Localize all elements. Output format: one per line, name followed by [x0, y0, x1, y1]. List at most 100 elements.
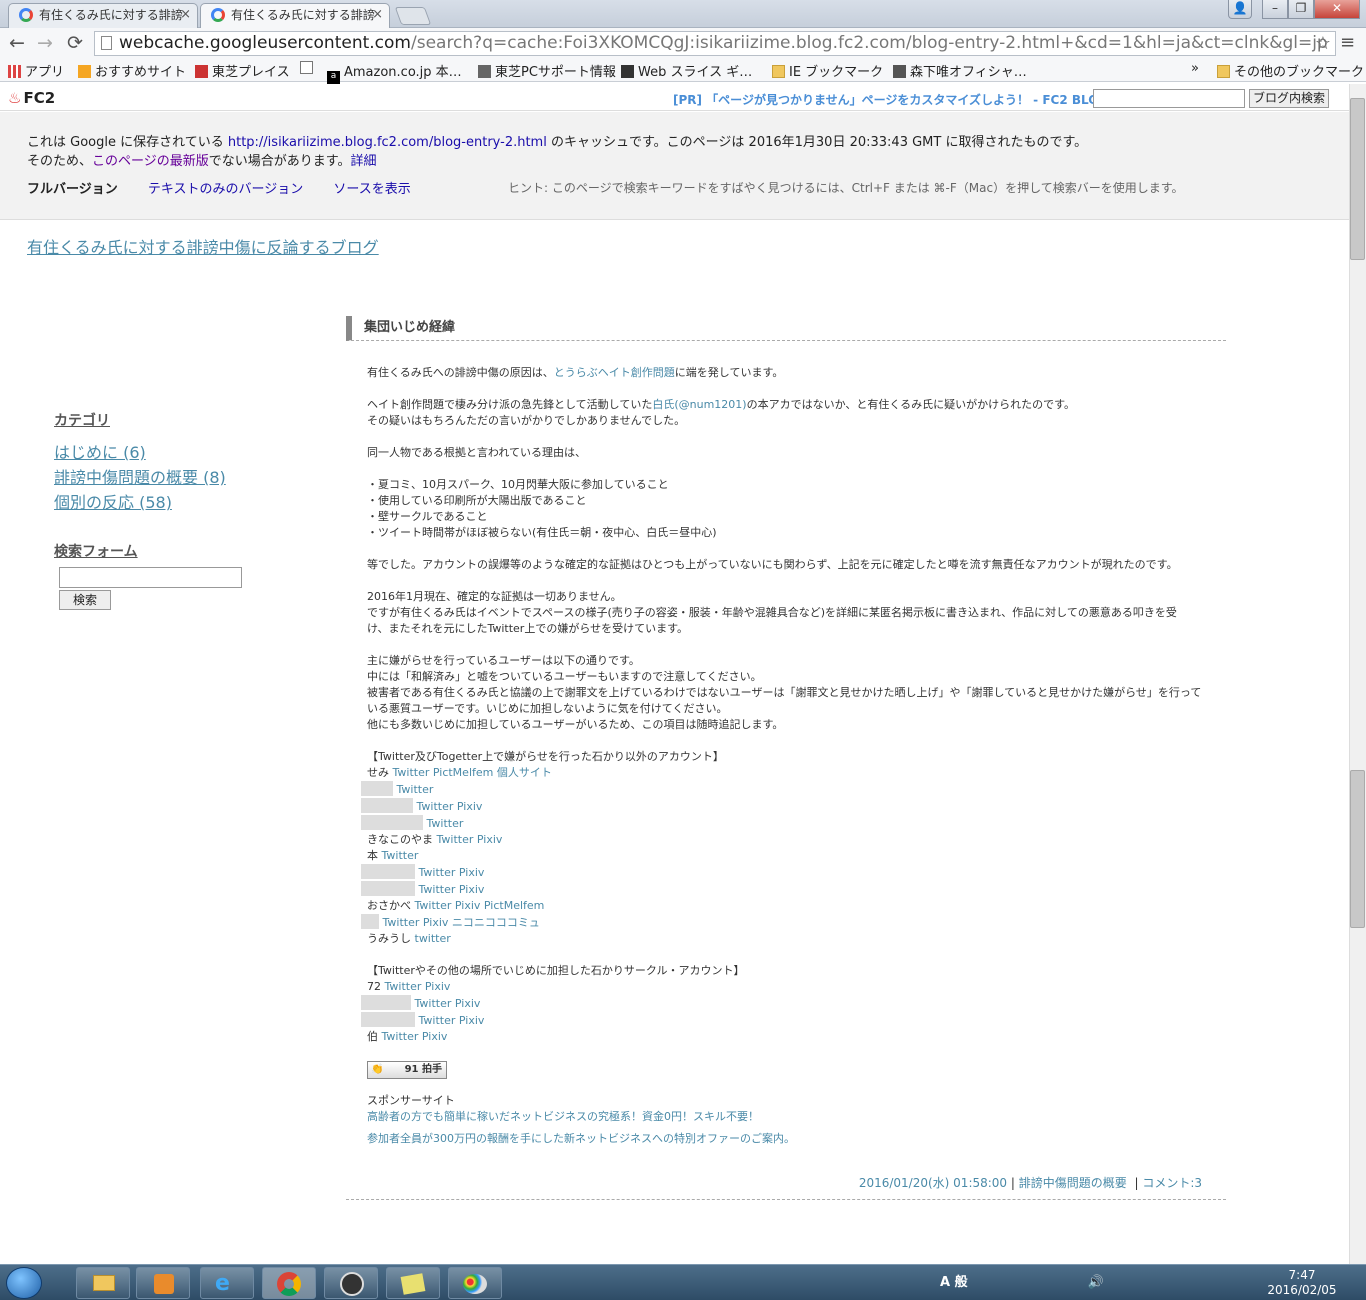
close-tab-icon[interactable]: × [372, 4, 383, 26]
new-tab-button[interactable] [394, 7, 432, 25]
back-icon[interactable]: ← [6, 32, 28, 54]
chrome-taskbar-button[interactable] [262, 1267, 316, 1299]
close-tab-icon[interactable]: × [180, 4, 191, 26]
account-link[interactable]: Twitter [382, 849, 419, 862]
account-row: Twitter Pixiv [361, 995, 1226, 1012]
blog-title[interactable]: 有住くるみ氏に対する誹謗中傷に反論するブログ [27, 234, 379, 258]
start-button[interactable] [6, 1267, 42, 1299]
bookmark-item[interactable]: おすすめサイト [78, 61, 186, 80]
account-link[interactable]: Twitter [417, 800, 454, 813]
fc2-pr-link[interactable]: [PR] 「ページが見つかりません」ページをカスタマイズしよう！ - FC2 B… [673, 91, 1135, 108]
browser-tab-1[interactable]: 有住くるみ氏に対する誹謗 × [8, 3, 198, 28]
account-link[interactable]: Twitter [415, 997, 452, 1010]
account-link[interactable]: Twitter [415, 899, 452, 912]
account-link[interactable]: Pixiv [457, 800, 483, 813]
account-link[interactable]: Pixiv [423, 916, 449, 929]
original-url-link[interactable]: http://isikariizime.blog.fc2.com/blog-en… [228, 135, 547, 150]
hate-creation-link[interactable]: とうらぶヘイト創作問題 [554, 366, 675, 379]
category-link[interactable]: 誹謗中傷問題の概要 (8) [54, 465, 242, 490]
account-link[interactable]: Pixiv [455, 997, 481, 1010]
account-link[interactable]: Pixiv [459, 866, 485, 879]
num1201-link[interactable]: 白氏(@num1201) [652, 398, 746, 411]
blog-search-button[interactable]: ブログ内検索 [1249, 89, 1329, 108]
scrollbar-thumb[interactable] [1350, 98, 1365, 260]
account-link[interactable]: Twitter [385, 980, 422, 993]
category-link[interactable]: 個別の反応 (58) [54, 490, 242, 515]
user-icon[interactable]: 👤 [1228, 0, 1252, 19]
paint-taskbar-button[interactable] [448, 1267, 502, 1299]
browser-tab-2[interactable]: 有住くるみ氏に対する誹謗 × [200, 3, 390, 28]
account-link[interactable]: twitter [415, 932, 451, 945]
details-link[interactable]: 詳細 [350, 154, 376, 169]
account-link[interactable]: Twitter [383, 916, 420, 929]
sidebar-search-input[interactable] [59, 567, 242, 588]
media-player-taskbar-button[interactable] [136, 1267, 190, 1299]
google-icon [19, 8, 33, 22]
url-input[interactable]: webcache.googleusercontent.com/search?q=… [94, 31, 1336, 56]
bookmark-apps[interactable]: アプリ [8, 61, 64, 80]
account-link[interactable]: Twitter [382, 1030, 419, 1043]
bookmark-item[interactable]: 東芝PCサポート情報 [478, 61, 616, 80]
redacted-name [361, 881, 415, 896]
account-link[interactable]: Twitter [419, 883, 456, 896]
account-link[interactable]: Pixiv [422, 1030, 448, 1043]
volume-icon[interactable]: 🔊 [1088, 1275, 1104, 1290]
entry-comments-link[interactable]: コメント:3 [1142, 1176, 1202, 1190]
close-window-button[interactable]: ✕ [1314, 0, 1360, 19]
sponsor-link[interactable]: 参加者全員が300万円の報酬を手にした新ネットビジネスへの特別オファーのご案内。 [367, 1132, 795, 1145]
account-link[interactable]: PictMelfem [484, 899, 544, 912]
notes-taskbar-button[interactable] [386, 1267, 440, 1299]
scrollbar-thumb-secondary[interactable] [1350, 770, 1365, 928]
bookmark-item[interactable]: Web スライス ギ… [621, 61, 752, 80]
account-link[interactable]: Pixiv [459, 1014, 485, 1027]
bookmark-item[interactable] [300, 61, 317, 76]
account-link[interactable]: Pixiv [459, 883, 485, 896]
ie-taskbar-button[interactable]: e [200, 1267, 254, 1299]
clock-date: 2016/02/05 [1267, 1283, 1337, 1297]
bookmarks-overflow[interactable]: » [1191, 61, 1199, 76]
bookmark-item[interactable]: a Amazon.co.jp 本… [327, 61, 462, 84]
sidebar-search-button[interactable]: 検索 [59, 590, 111, 610]
entry-paragraph: け、またそれを元にしたTwitter上での嫌がらせを受けています。 [367, 622, 688, 635]
latest-version-link[interactable]: このページの最新版 [92, 154, 209, 169]
taskbar-clock[interactable]: 7:47 2016/02/05 [1262, 1268, 1342, 1298]
account-link[interactable]: Twitter [393, 766, 430, 779]
account-link[interactable]: ニコニコココミュ [452, 916, 540, 929]
pc-icon [478, 65, 491, 78]
explorer-taskbar-button[interactable] [76, 1267, 130, 1299]
bookmark-item[interactable]: 森下唯オフィシャ… [893, 61, 1027, 80]
bookmark-folder[interactable]: IE ブックマーク [772, 61, 883, 80]
account-link[interactable]: Pixiv [425, 980, 451, 993]
account-link[interactable]: Pixiv [477, 833, 503, 846]
bookmark-star-icon[interactable]: ☆ [1315, 32, 1331, 55]
account-link[interactable]: Twitter [437, 833, 474, 846]
bullet-item: ・ツイート時間帯がほぼ被らない(有住氏＝朝・夜中心、白氏＝昼中心) [367, 526, 717, 539]
forward-icon[interactable]: → [34, 32, 56, 54]
entry-date-link[interactable]: 2016/01/20(水) 01:58:00 [859, 1176, 1007, 1190]
clap-button[interactable]: 👏 91 拍手 [367, 1061, 447, 1079]
reload-icon[interactable]: ⟳ [64, 32, 86, 54]
tab-text-only[interactable]: テキストのみのバージョン [148, 182, 303, 197]
account-link[interactable]: 個人サイト [497, 766, 552, 779]
account-link[interactable]: Pixiv [455, 899, 481, 912]
maximize-button[interactable]: ❐ [1288, 0, 1314, 19]
account-link[interactable]: Twitter [419, 866, 456, 879]
category-link[interactable]: はじめに (6) [54, 440, 242, 465]
minimize-button[interactable]: – [1262, 0, 1288, 19]
tab-view-source[interactable]: ソースを表示 [333, 182, 410, 197]
account-link[interactable]: Twitter [397, 783, 434, 796]
bookmark-item[interactable]: 東芝プレイス [195, 61, 290, 80]
sponsor-link[interactable]: 高齢者の方でも簡単に稼いだネットビジネスの究極系！資金0円！スキル不要！ [367, 1110, 759, 1123]
entry-category-link[interactable]: 誹謗中傷問題の概要 [1019, 1176, 1127, 1190]
account-link[interactable]: Twitter [419, 1014, 456, 1027]
scrollbar[interactable] [1349, 84, 1366, 1264]
fc2-logo[interactable]: ♨ FC2 [8, 89, 55, 107]
system-tray[interactable]: A 般 🔊 [940, 1271, 1104, 1290]
menu-icon[interactable]: ≡ [1340, 32, 1355, 53]
account-link[interactable]: Twitter [427, 817, 464, 830]
account-link[interactable]: PictMelfem [433, 766, 493, 779]
blog-search-input[interactable] [1093, 89, 1245, 108]
tab-full-version[interactable]: フルバージョン [27, 182, 118, 197]
other-bookmarks[interactable]: その他のブックマーク [1217, 61, 1364, 80]
clock-app-taskbar-button[interactable] [324, 1267, 378, 1299]
